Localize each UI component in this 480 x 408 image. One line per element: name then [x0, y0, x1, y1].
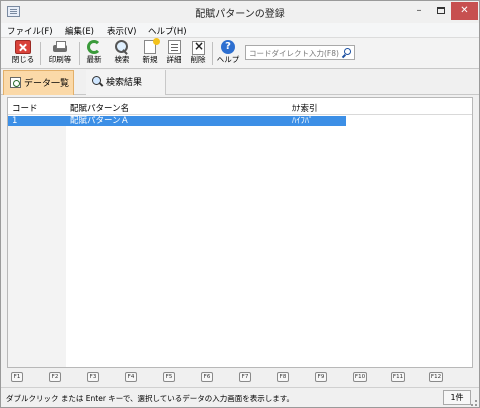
toolbar: 閉じる 印刷等 最新 検索 新規 詳細 削除 ?: [1, 38, 479, 69]
menu-file[interactable]: ファイル(F): [7, 25, 53, 37]
list-icon: [10, 77, 21, 88]
tab-search-results[interactable]: 検索結果: [86, 70, 166, 95]
print-button[interactable]: 印刷等: [45, 40, 75, 67]
function-key-f10[interactable]: F10: [353, 372, 367, 382]
close-button[interactable]: 閉じる: [9, 40, 37, 67]
cell-kana: ﾊｲﾌﾊﾟ: [292, 116, 314, 126]
delete-label: 削除: [190, 55, 206, 64]
close-icon: [15, 40, 31, 54]
menu-edit[interactable]: 編集(E): [65, 25, 94, 37]
detail-label: 詳細: [166, 55, 182, 64]
refresh-button[interactable]: 最新: [83, 40, 105, 67]
refresh-icon: [87, 40, 101, 54]
maximize-icon: [437, 7, 445, 14]
cell-code: 1: [12, 116, 18, 126]
new-label: 新規: [142, 55, 158, 64]
resize-grip-icon[interactable]: [471, 400, 477, 406]
tab-search-results-label: 検索結果: [106, 78, 143, 88]
help-button[interactable]: ? ヘルプ: [215, 40, 241, 67]
tab-data-list[interactable]: データ一覧: [3, 70, 74, 95]
code-direct-input[interactable]: [245, 45, 355, 60]
function-key-f1[interactable]: F1: [11, 372, 23, 382]
close-label: 閉じる: [11, 55, 35, 64]
menu-view[interactable]: 表示(V): [107, 25, 136, 37]
search-icon: [114, 40, 130, 54]
detail-icon: [167, 40, 181, 54]
function-key-f4[interactable]: F4: [125, 372, 137, 382]
code-column-background: [8, 116, 66, 367]
close-window-button[interactable]: ✕: [451, 2, 478, 20]
function-key-f9[interactable]: F9: [315, 372, 327, 382]
search-label: 検索: [114, 55, 130, 64]
function-key-f11[interactable]: F11: [391, 372, 405, 382]
function-key-f3[interactable]: F3: [87, 372, 99, 382]
tab-data-list-label: データ一覧: [24, 79, 70, 89]
detail-button[interactable]: 詳細: [163, 40, 185, 67]
column-header-code[interactable]: コード: [12, 102, 38, 114]
refresh-label: 最新: [86, 55, 102, 64]
code-search-icon[interactable]: [342, 48, 351, 57]
minimize-button[interactable]: –: [407, 2, 431, 20]
status-message: ダブルクリック または Enter キーで、選択しているデータの入力画面を表示し…: [6, 394, 295, 403]
column-header-name[interactable]: 配賦パターン名: [70, 102, 129, 114]
toolbar-separator: [212, 42, 213, 65]
help-label: ヘルプ: [216, 55, 240, 64]
new-document-icon: [144, 38, 160, 54]
grid-header: コード 配賦パターン名 ｶﾅ索引: [8, 98, 472, 115]
column-header-kana[interactable]: ｶﾅ索引: [292, 102, 318, 114]
data-grid[interactable]: コード 配賦パターン名 ｶﾅ索引 1 配賦パターンＡ ﾊｲﾌﾊﾟ: [7, 97, 473, 368]
search-results-icon: [92, 76, 103, 87]
main-window: 配賦パターンの登録 – ✕ ファイル(F) 編集(E) 表示(V) ヘルプ(H)…: [0, 0, 480, 408]
function-key-f7[interactable]: F7: [239, 372, 251, 382]
help-icon: ?: [221, 40, 235, 54]
search-button[interactable]: 検索: [111, 40, 133, 67]
function-key-f2[interactable]: F2: [49, 372, 61, 382]
toolbar-separator: [40, 42, 41, 65]
toolbar-separator: [79, 42, 80, 65]
function-key-f12[interactable]: F12: [429, 372, 443, 382]
status-bar: ダブルクリック または Enter キーで、選択しているデータの入力画面を表示し…: [1, 387, 479, 407]
cell-name: 配賦パターンＡ: [70, 116, 130, 126]
printer-icon: [52, 40, 68, 54]
print-label: 印刷等: [48, 55, 72, 64]
new-button[interactable]: 新規: [139, 38, 161, 67]
table-row[interactable]: 1 配賦パターンＡ ﾊｲﾌﾊﾟ: [8, 116, 346, 126]
title-bar: 配賦パターンの登録 – ✕: [1, 1, 479, 23]
tab-bar: データ一覧 検索結果: [1, 69, 479, 95]
record-count: 1件: [443, 390, 471, 405]
menu-help[interactable]: ヘルプ(H): [148, 25, 187, 37]
delete-icon: [190, 39, 206, 55]
delete-button[interactable]: 削除: [187, 39, 209, 67]
function-key-f8[interactable]: F8: [277, 372, 289, 382]
function-key-f6[interactable]: F6: [201, 372, 213, 382]
function-key-bar: F1 F2 F3 F4 F5 F6 F7 F8 F9 F10 F11 F12: [1, 370, 479, 385]
function-key-f5[interactable]: F5: [163, 372, 175, 382]
maximize-button[interactable]: [429, 2, 453, 20]
menu-bar: ファイル(F) 編集(E) 表示(V) ヘルプ(H): [1, 23, 479, 38]
